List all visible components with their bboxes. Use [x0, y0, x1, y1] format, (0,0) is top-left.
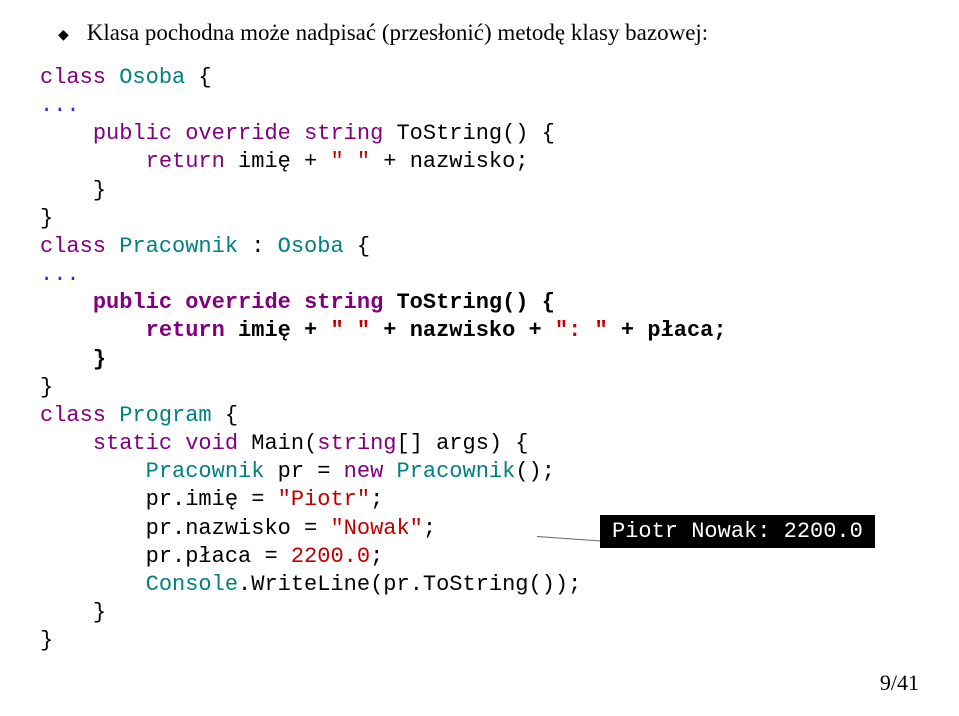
keyword-return: return — [146, 318, 225, 343]
method-tostring: ToString — [396, 290, 502, 315]
keyword-string: string — [304, 290, 383, 315]
ellipsis: ... — [40, 93, 80, 118]
type-pracownik: Pracownik — [119, 234, 238, 259]
string-literal: " " — [330, 149, 370, 174]
keyword-class: class — [40, 403, 106, 428]
keyword-string: string — [304, 121, 383, 146]
ellipsis: ... — [40, 262, 80, 287]
type-console: Console — [146, 572, 238, 597]
keyword-override: override — [185, 121, 291, 146]
string-literal: ": " — [555, 318, 608, 343]
string-literal: "Piotr" — [278, 487, 370, 512]
keyword-return: return — [146, 149, 225, 174]
console-output: Piotr Nowak: 2200.0 — [600, 515, 875, 548]
keyword-class: class — [40, 234, 106, 259]
method-tostring: ToString — [396, 121, 502, 146]
bullet-icon: ◆ — [58, 26, 69, 43]
string-literal: " " — [330, 318, 370, 343]
bullet-point: ◆ Klasa pochodna może nadpisać (przesłon… — [40, 20, 919, 46]
method-writeline: WriteLine — [251, 572, 370, 597]
keyword-new: new — [344, 459, 384, 484]
type-osoba: Osoba — [119, 65, 185, 90]
keyword-class: class — [40, 65, 106, 90]
bullet-text: Klasa pochodna może nadpisać (przesłonić… — [87, 20, 708, 46]
keyword-void: void — [185, 431, 238, 456]
number-literal: 2200.0 — [291, 544, 370, 569]
keyword-public: public — [93, 121, 172, 146]
code-block: class Osoba { ... public override string… — [40, 64, 919, 655]
method-main: Main — [251, 431, 304, 456]
string-literal: "Nowak" — [330, 516, 422, 541]
type-program: Program — [119, 403, 211, 428]
keyword-override: override — [185, 290, 291, 315]
keyword-static: static — [93, 431, 172, 456]
page-number: 9/41 — [880, 670, 919, 696]
keyword-public: public — [93, 290, 172, 315]
